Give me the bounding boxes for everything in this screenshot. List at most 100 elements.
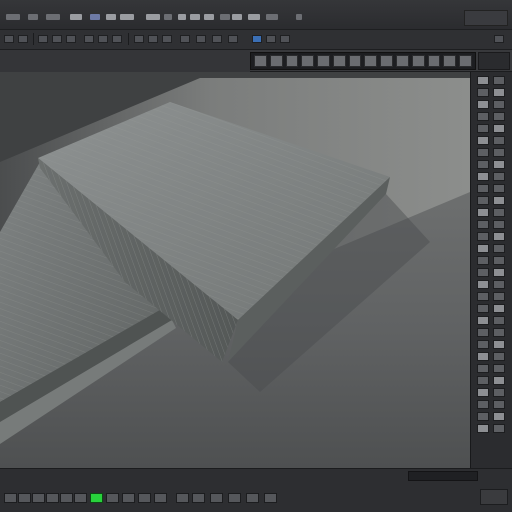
shelf-combine-icon[interactable]	[396, 55, 409, 67]
attribute-icon[interactable]	[477, 328, 489, 337]
attribute-icon[interactable]	[493, 220, 505, 229]
attribute-icon[interactable]	[477, 352, 489, 361]
attribute-icon[interactable]	[493, 88, 505, 97]
attribute-icon[interactable]	[493, 112, 505, 121]
attribute-icon[interactable]	[477, 220, 489, 229]
shelf-smooth-icon[interactable]	[427, 55, 441, 67]
menu-item-windows[interactable]	[248, 14, 260, 20]
shelf-mirror-icon[interactable]	[443, 55, 457, 67]
attribute-icon[interactable]	[493, 268, 505, 277]
step-forward-icon[interactable]	[122, 493, 135, 503]
render-settings-icon[interactable]	[162, 35, 172, 43]
attribute-icon[interactable]	[493, 124, 505, 133]
attribute-icon[interactable]	[477, 400, 489, 409]
attribute-icon[interactable]	[477, 184, 489, 193]
attribute-icon[interactable]	[477, 424, 489, 433]
lasso-tool-icon[interactable]	[266, 35, 276, 43]
preferences-icon[interactable]	[264, 493, 277, 503]
attribute-icon[interactable]	[493, 232, 505, 241]
select-tool-icon[interactable]	[252, 35, 262, 43]
playback-speed-icon[interactable]	[228, 493, 241, 503]
go-to-end-icon[interactable]	[138, 493, 151, 503]
attribute-icon[interactable]	[477, 268, 489, 277]
menu-item-edit-mesh[interactable]	[146, 14, 160, 20]
menu-item-tools[interactable]	[164, 14, 172, 20]
step-back-icon[interactable]	[46, 493, 59, 503]
attribute-icon[interactable]	[493, 184, 505, 193]
attribute-icon[interactable]	[477, 412, 489, 421]
attribute-icon[interactable]	[493, 400, 505, 409]
attribute-icon[interactable]	[493, 424, 505, 433]
range-start-icon[interactable]	[4, 493, 17, 503]
shelf-torus-icon[interactable]	[332, 55, 346, 67]
panel-toggle-icon[interactable]	[478, 52, 510, 70]
attribute-icon[interactable]	[493, 364, 505, 373]
attribute-icon[interactable]	[477, 208, 489, 217]
attribute-icon[interactable]	[477, 232, 489, 241]
snap-grid-icon[interactable]	[84, 35, 94, 43]
material-icon[interactable]	[196, 35, 206, 43]
attribute-icon[interactable]	[493, 172, 505, 181]
open-scene-icon[interactable]	[18, 35, 28, 43]
shelf-uv-icon[interactable]	[459, 55, 472, 67]
move-tool-icon[interactable]	[38, 35, 48, 43]
attribute-icon[interactable]	[477, 124, 489, 133]
attribute-icon[interactable]	[477, 88, 489, 97]
script-editor-icon[interactable]	[480, 489, 508, 505]
attribute-icon[interactable]	[477, 112, 489, 121]
attribute-icon[interactable]	[477, 172, 489, 181]
menu-item-cache[interactable]	[220, 14, 230, 20]
hypershade-icon[interactable]	[180, 35, 190, 43]
light-icon[interactable]	[212, 35, 222, 43]
attribute-icon[interactable]	[493, 316, 505, 325]
attribute-icon[interactable]	[493, 160, 505, 169]
attribute-icon[interactable]	[477, 256, 489, 265]
attribute-icon[interactable]	[477, 100, 489, 109]
attribute-icon[interactable]	[477, 280, 489, 289]
attribute-icon[interactable]	[493, 376, 505, 385]
attribute-icon[interactable]	[477, 196, 489, 205]
menu-item-mesh[interactable]	[120, 14, 134, 20]
attribute-icon[interactable]	[477, 316, 489, 325]
menu-item-extra[interactable]	[296, 14, 302, 20]
attribute-icon[interactable]	[493, 100, 505, 109]
camera-icon[interactable]	[228, 35, 238, 43]
prev-key-icon[interactable]	[60, 493, 73, 503]
attribute-icon[interactable]	[493, 304, 505, 313]
shelf-cube-icon[interactable]	[254, 55, 267, 67]
attribute-icon[interactable]	[493, 352, 505, 361]
paint-tool-icon[interactable]	[280, 35, 290, 43]
attribute-icon[interactable]	[493, 256, 505, 265]
ipr-render-icon[interactable]	[148, 35, 158, 43]
frame-field[interactable]	[408, 471, 478, 481]
menu-item-help[interactable]	[266, 14, 278, 20]
attribute-icon[interactable]	[493, 280, 505, 289]
attribute-icon[interactable]	[493, 244, 505, 253]
range-icon[interactable]	[18, 493, 31, 503]
attribute-icon[interactable]	[493, 196, 505, 205]
menu-item-arnold[interactable]	[232, 14, 242, 20]
attribute-icon[interactable]	[493, 136, 505, 145]
key-icon[interactable]	[176, 493, 189, 503]
attribute-icon[interactable]	[493, 148, 505, 157]
shelf-bevel-icon[interactable]	[364, 55, 378, 67]
shelf-sphere-icon[interactable]	[269, 55, 283, 67]
sound-icon[interactable]	[210, 493, 223, 503]
menu-item-display[interactable]	[106, 14, 116, 20]
menu-item-deform[interactable]	[178, 14, 186, 20]
snap-point-icon[interactable]	[112, 35, 122, 43]
go-to-start-icon[interactable]	[32, 493, 45, 503]
shelf-extrude-icon[interactable]	[348, 55, 362, 67]
sculpt-tool-icon[interactable]	[494, 35, 504, 43]
render-icon[interactable]	[134, 35, 144, 43]
next-key-icon[interactable]	[106, 493, 119, 503]
loop-icon[interactable]	[154, 493, 167, 503]
attribute-icon[interactable]	[477, 388, 489, 397]
attribute-icon[interactable]	[493, 76, 505, 85]
attribute-icon[interactable]	[477, 148, 489, 157]
menu-item-uv[interactable]	[190, 14, 200, 20]
attribute-icon[interactable]	[477, 244, 489, 253]
attribute-icon[interactable]	[477, 364, 489, 373]
scale-tool-icon[interactable]	[66, 35, 76, 43]
attribute-icon[interactable]	[477, 376, 489, 385]
